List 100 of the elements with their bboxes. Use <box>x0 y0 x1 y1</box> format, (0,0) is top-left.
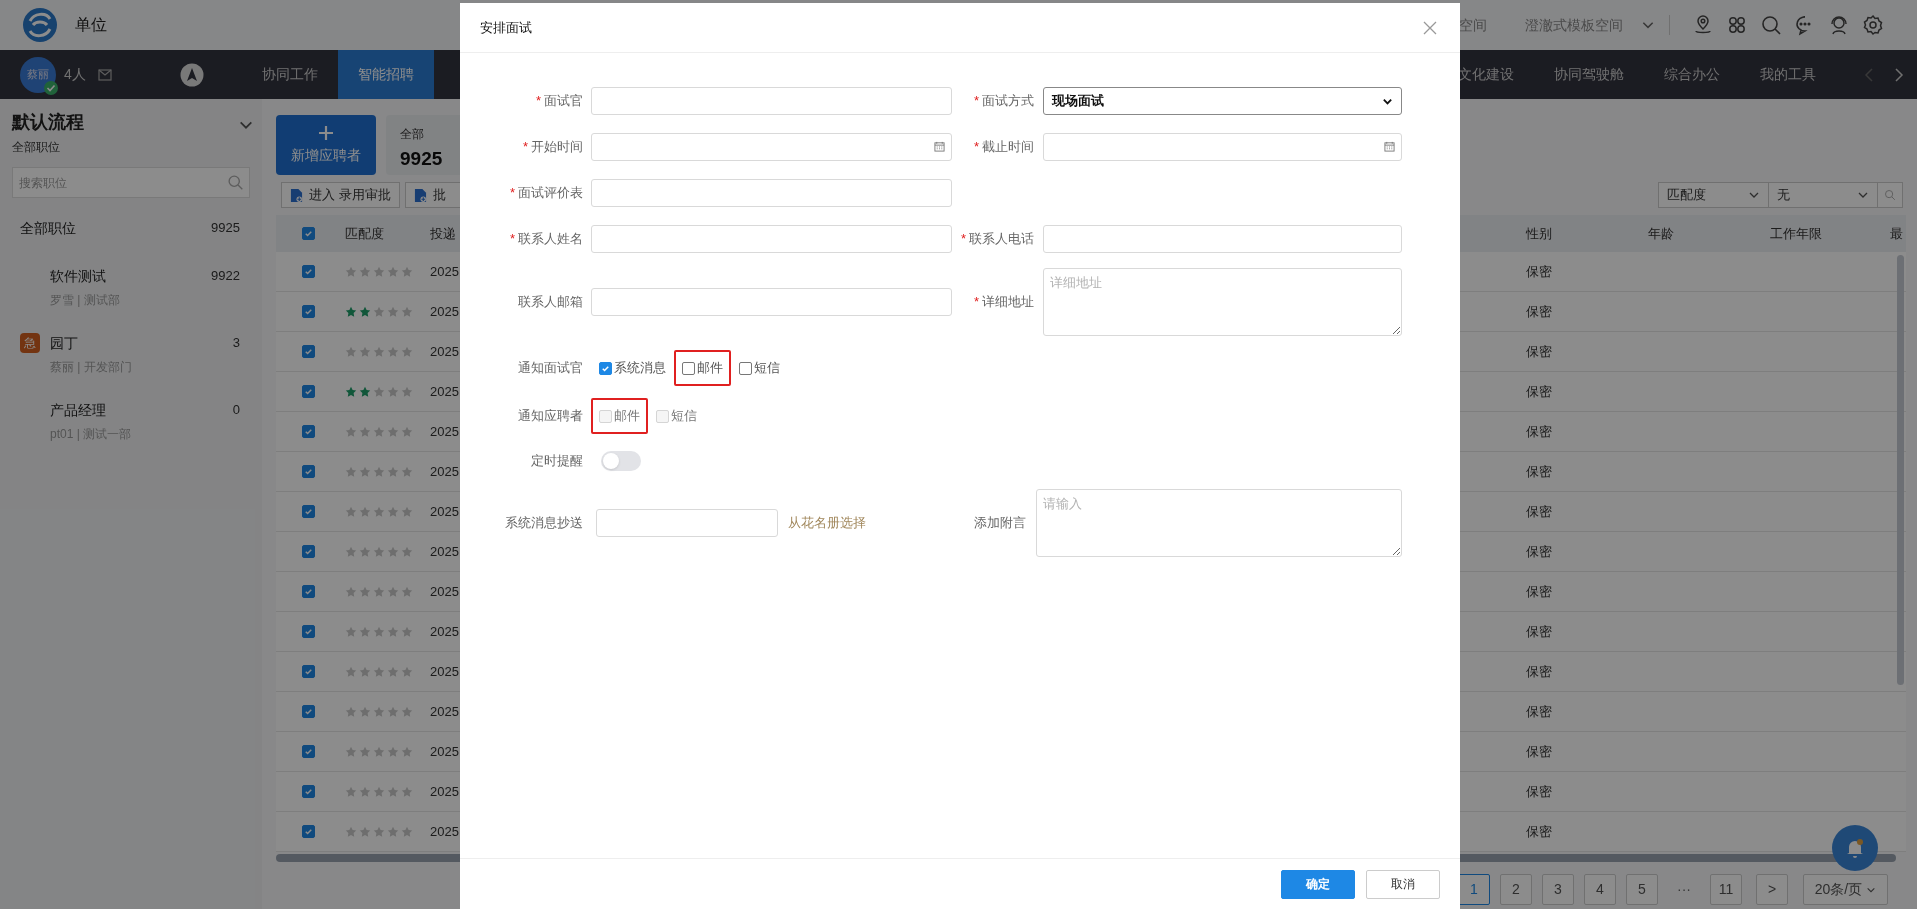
order-select[interactable]: 无 <box>1769 183 1878 207</box>
space-link[interactable]: 空间 <box>1459 14 1487 36</box>
location-icon[interactable] <box>1692 14 1714 36</box>
text-field[interactable] <box>591 87 952 115</box>
checkbox[interactable] <box>739 361 752 375</box>
star-rating[interactable] <box>345 385 413 398</box>
star-icon <box>359 665 371 678</box>
checkbox-option[interactable]: 邮件 <box>674 350 731 386</box>
star-rating[interactable] <box>345 425 413 438</box>
select-field[interactable]: 现场面试 <box>1043 87 1402 115</box>
support-icon[interactable] <box>1828 14 1850 36</box>
sidebar-item[interactable]: 园丁 <box>50 332 78 354</box>
star-rating[interactable] <box>345 745 413 758</box>
search-icon[interactable] <box>1760 14 1782 36</box>
page-button[interactable]: 4 <box>1584 874 1616 905</box>
column-header[interactable]: 匹配度 <box>340 223 428 244</box>
vertical-scrollbar[interactable] <box>1897 255 1904 685</box>
text-field[interactable] <box>591 288 952 316</box>
date-field[interactable] <box>1043 133 1402 161</box>
add-applicant-button[interactable]: 新增应聘者 <box>276 115 376 175</box>
page-button[interactable]: 5 <box>1626 874 1658 905</box>
star-rating[interactable] <box>345 345 413 358</box>
page-button[interactable]: 11 <box>1710 874 1742 905</box>
star-rating[interactable] <box>345 545 413 558</box>
text-field[interactable] <box>591 179 952 207</box>
avatar[interactable]: 蔡丽 <box>20 56 56 93</box>
star-rating[interactable] <box>345 305 413 318</box>
star-rating[interactable] <box>345 785 413 798</box>
cancel-button[interactable]: 取消 <box>1366 869 1440 899</box>
nav-tab[interactable]: 协同工作 <box>241 50 338 99</box>
roster-link[interactable]: 从花名册选择 <box>788 513 866 533</box>
chevron-left-icon[interactable] <box>1864 66 1874 83</box>
star-rating[interactable] <box>345 585 413 598</box>
table-cell: 保密 <box>1526 343 1552 359</box>
checkbox[interactable] <box>301 665 315 678</box>
page-button[interactable]: 3 <box>1542 874 1574 905</box>
apps-icon[interactable] <box>1726 14 1748 36</box>
date-field[interactable] <box>591 133 952 161</box>
checkbox[interactable] <box>301 585 315 598</box>
column-header[interactable]: 性别 <box>1518 223 1640 244</box>
nav-tab[interactable]: 智能招聘 <box>337 50 434 99</box>
sidebar-item[interactable]: 产品经理 <box>50 399 106 421</box>
star-icon <box>359 345 371 358</box>
star-rating[interactable] <box>345 625 413 638</box>
checkbox[interactable] <box>301 825 315 838</box>
star-rating[interactable] <box>345 825 413 838</box>
column-header[interactable]: 最 <box>1882 223 1906 244</box>
text-field[interactable] <box>596 509 778 537</box>
text-field[interactable] <box>591 225 952 253</box>
nav-tab[interactable]: 综合办公 <box>1644 50 1740 99</box>
nav-tab[interactable]: 协同驾驶舱 <box>1534 50 1644 99</box>
mail-icon[interactable] <box>97 68 112 81</box>
confirm-button[interactable]: 确定 <box>1281 869 1355 899</box>
checkbox[interactable] <box>301 465 315 478</box>
checkbox[interactable] <box>682 361 695 375</box>
compass-icon[interactable] <box>179 62 204 87</box>
textarea-field[interactable]: 详细地址 <box>1043 268 1402 336</box>
checkbox-option[interactable]: 系统消息 <box>591 350 674 386</box>
logo-icon[interactable] <box>22 7 58 43</box>
sidebar-item[interactable]: 软件测试 <box>50 265 106 287</box>
star-rating[interactable] <box>345 705 413 718</box>
checkbox[interactable] <box>301 227 315 240</box>
star-rating[interactable] <box>345 265 413 278</box>
checkbox[interactable] <box>301 425 315 438</box>
star-icon <box>359 265 371 278</box>
page-button[interactable]: 2 <box>1500 874 1532 905</box>
checkbox[interactable] <box>301 745 315 758</box>
textarea-field[interactable]: 请输入 <box>1036 489 1402 557</box>
checkbox[interactable] <box>301 625 315 638</box>
checkbox[interactable] <box>301 545 315 558</box>
checkbox[interactable] <box>301 265 315 278</box>
space-link[interactable]: 澄澈式模板空间 <box>1525 14 1623 36</box>
page-size-select[interactable]: 20条/页 <box>1803 874 1888 905</box>
column-header[interactable]: 年龄 <box>1640 223 1762 244</box>
checkbox[interactable] <box>301 505 315 518</box>
star-icon <box>387 625 399 638</box>
checkbox[interactable] <box>301 785 315 798</box>
star-rating[interactable] <box>345 465 413 478</box>
checkbox[interactable] <box>301 345 315 358</box>
chevron-right-icon[interactable] <box>1894 66 1904 83</box>
toggle-switch[interactable] <box>601 451 641 471</box>
sidebar-item[interactable]: 全部职位 <box>20 217 76 239</box>
checkbox[interactable] <box>301 385 315 398</box>
page-button[interactable]: 1 <box>1458 874 1490 905</box>
checkbox[interactable] <box>301 705 315 718</box>
action-button[interactable]: 进入 录用审批 <box>281 182 400 208</box>
column-header[interactable]: 工作年限 <box>1762 223 1882 244</box>
star-rating[interactable] <box>345 665 413 678</box>
text-field[interactable] <box>1043 225 1402 253</box>
checkbox-option[interactable]: 短信 <box>731 350 788 386</box>
star-rating[interactable] <box>345 505 413 518</box>
checkbox[interactable] <box>599 361 612 375</box>
checkbox[interactable] <box>301 305 315 318</box>
member-count[interactable]: 4人 <box>64 64 86 85</box>
next-page-button[interactable]: > <box>1756 874 1788 905</box>
search-icon[interactable] <box>227 174 244 191</box>
nav-tab[interactable]: 我的工具 <box>1740 50 1836 99</box>
settings-icon[interactable] <box>1862 14 1884 36</box>
sort-select[interactable]: 匹配度 <box>1659 183 1769 207</box>
close-icon[interactable] <box>1423 20 1437 35</box>
